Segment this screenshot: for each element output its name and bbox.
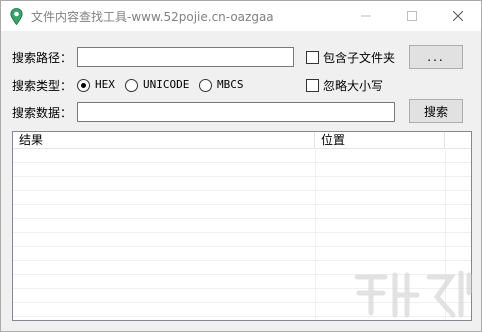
search-type-label: 搜索类型： bbox=[12, 79, 73, 93]
watermark-logo bbox=[354, 270, 472, 318]
radio-unicode-label[interactable]: UNICODE bbox=[143, 78, 189, 91]
close-icon bbox=[453, 11, 463, 21]
search-button-label: 搜索 bbox=[423, 104, 448, 119]
ignore-case-label[interactable]: 忽略大小写 bbox=[323, 77, 383, 94]
column-header-filler bbox=[445, 132, 471, 149]
browse-button[interactable]: ... bbox=[409, 45, 463, 69]
app-window: 文件内容查找工具-www.52pojie.cn-oazgaa 搜索路径： 包含子… bbox=[0, 0, 482, 332]
search-path-label: 搜索路径： bbox=[12, 51, 73, 65]
browse-button-label: ... bbox=[427, 50, 445, 64]
minimize-button[interactable] bbox=[343, 1, 389, 31]
ignore-case-checkbox[interactable] bbox=[306, 79, 319, 92]
column-header-position[interactable]: 位置 bbox=[315, 132, 445, 149]
column-header-result[interactable]: 结果 bbox=[13, 132, 315, 149]
search-button[interactable]: 搜索 bbox=[409, 99, 463, 123]
search-data-input[interactable] bbox=[77, 102, 395, 122]
close-button[interactable] bbox=[435, 1, 481, 31]
radio-hex-label[interactable]: HEX bbox=[95, 78, 115, 91]
radio-unicode[interactable] bbox=[125, 79, 138, 92]
radio-mbcs-label[interactable]: MBCS bbox=[217, 78, 244, 91]
search-data-label: 搜索数据： bbox=[12, 106, 73, 120]
maximize-icon bbox=[407, 11, 417, 21]
include-subfolders-checkbox[interactable] bbox=[306, 51, 319, 64]
title-bar[interactable]: 文件内容查找工具-www.52pojie.cn-oazgaa bbox=[1, 1, 481, 31]
map-pin-icon bbox=[10, 8, 23, 25]
minimize-icon bbox=[361, 15, 371, 17]
radio-mbcs[interactable] bbox=[199, 79, 212, 92]
window-title: 文件内容查找工具-www.52pojie.cn-oazgaa bbox=[31, 10, 274, 24]
results-header: 结果 位置 bbox=[13, 132, 471, 149]
search-path-input[interactable] bbox=[77, 47, 294, 67]
radio-hex[interactable] bbox=[77, 79, 90, 92]
include-subfolders-label[interactable]: 包含子文件夹 bbox=[323, 49, 395, 66]
maximize-button[interactable] bbox=[389, 1, 435, 31]
